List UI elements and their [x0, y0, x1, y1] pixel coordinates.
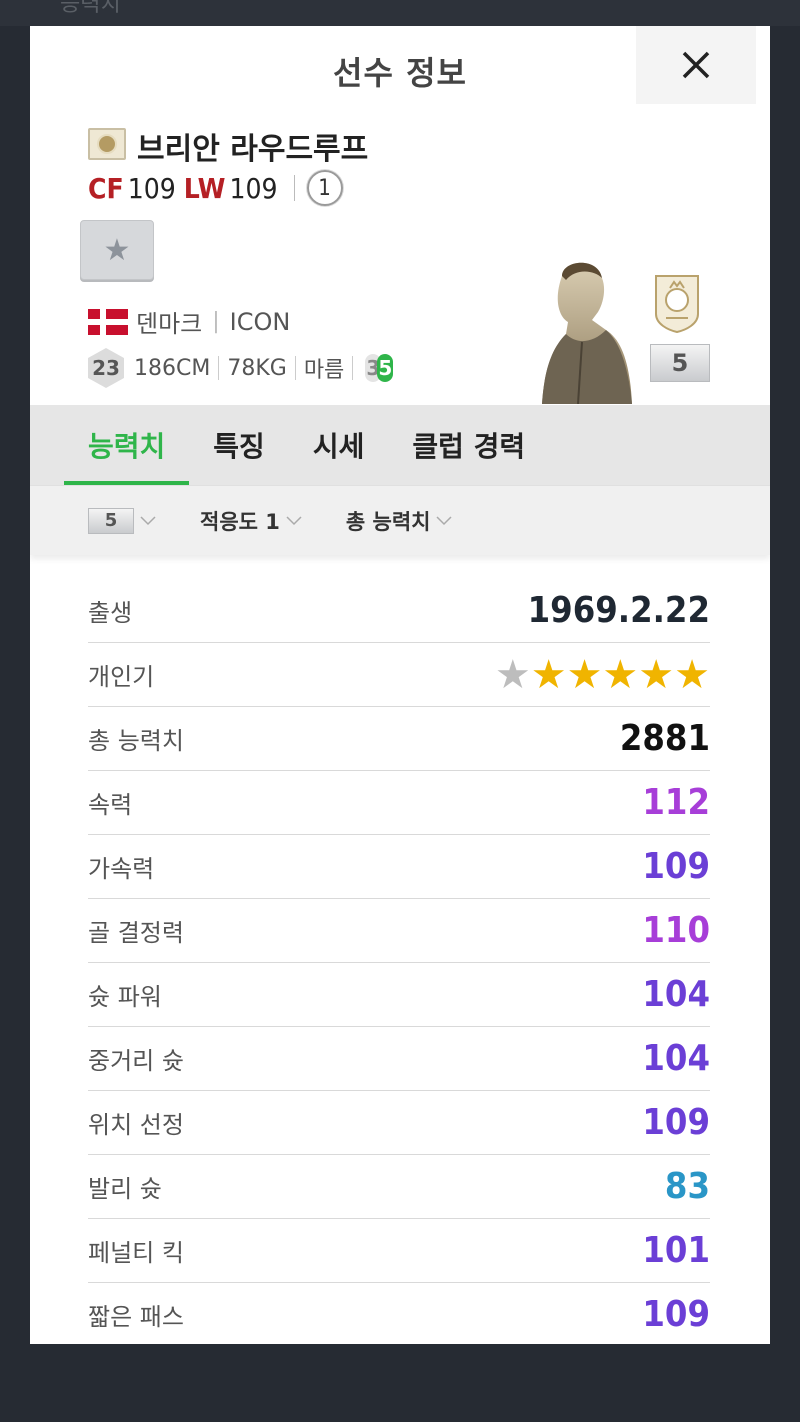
tab-club-history[interactable]: 클럽 경력	[412, 405, 525, 485]
stat-row: 슛 파워 104	[88, 963, 710, 1027]
separator: |	[212, 309, 220, 334]
stat-row: 짧은 패스 109	[88, 1283, 710, 1344]
stat-row: 출생 1969.2.22	[88, 579, 710, 643]
stat-row: 가속력 109	[88, 835, 710, 899]
stat-value: 109	[642, 1102, 710, 1143]
skill-moves-rating: ★ ★ ★ ★ ★ ★	[495, 655, 710, 695]
chevron-down-icon	[140, 515, 156, 525]
stat-row: 중거리 슛 104	[88, 1027, 710, 1091]
level-value: 5	[88, 507, 134, 534]
foot-rating: 3 5	[365, 354, 394, 382]
tab-stats[interactable]: 능력치	[63, 405, 190, 485]
upgrade-level-badge: 5	[650, 344, 710, 382]
grade-badge: 1	[306, 170, 343, 206]
stat-row: 속력 112	[88, 771, 710, 835]
background-strip: 능력치	[0, 0, 800, 26]
stat-value: 2881	[619, 718, 710, 759]
stat-value: 1969.2.22	[527, 590, 710, 631]
player-info-modal: 선수 정보 브리안 라우드루프 CF 109 LW 109 1 ★ 덴마크 | …	[30, 26, 770, 1344]
stat-label: 중거리 슛	[88, 1047, 184, 1075]
height: 186CM	[134, 355, 211, 381]
tab-bar: 능력치 특징 시세 클럽 경력	[30, 405, 770, 485]
level-dropdown[interactable]: 5	[88, 507, 156, 534]
stat-value: 104	[642, 974, 710, 1015]
star-icon: ★	[602, 651, 639, 698]
adaptation-value: 적응도 1	[200, 509, 280, 534]
favorite-button[interactable]: ★	[80, 220, 154, 280]
body-type: 마름	[303, 358, 345, 383]
stat-value: 110	[642, 910, 710, 951]
stat-label: 개인기	[88, 663, 155, 691]
stat-row: 골 결정력 110	[88, 899, 710, 963]
tab-price[interactable]: 시세	[313, 405, 365, 485]
stat-label: 슛 파워	[88, 983, 162, 1011]
background-title: 능력치	[60, 0, 121, 17]
position-label: LW	[183, 171, 226, 205]
position-ovr: 109	[229, 171, 278, 205]
icon-emblem	[655, 275, 699, 334]
star-icon: ★	[638, 651, 675, 698]
star-icon: ★	[674, 651, 710, 698]
stat-label: 위치 선정	[88, 1111, 184, 1139]
stat-label: 페널티 킥	[88, 1239, 184, 1267]
stat-row: 발리 슛 83	[88, 1155, 710, 1219]
stat-value: 83	[664, 1166, 710, 1207]
stat-value: 109	[642, 846, 710, 887]
stat-row: 개인기 ★ ★ ★ ★ ★ ★	[88, 643, 710, 707]
stat-label: 발리 슛	[88, 1175, 162, 1203]
stat-row: 위치 선정 109	[88, 1091, 710, 1155]
stat-value: 104	[642, 1038, 710, 1079]
chevron-down-icon	[286, 515, 302, 525]
player-photo	[542, 262, 632, 404]
star-icon: ★	[494, 651, 531, 698]
close-icon	[682, 51, 710, 79]
stat-row: 페널티 킥 101	[88, 1219, 710, 1283]
star-icon: ★	[103, 232, 131, 268]
stat-label: 골 결정력	[88, 919, 184, 947]
separator	[218, 356, 220, 380]
chevron-down-icon	[436, 515, 453, 525]
close-button[interactable]	[636, 26, 756, 104]
position-ovr: 109	[127, 171, 176, 205]
weight: 78KG	[227, 355, 287, 381]
star-icon: ★	[566, 651, 603, 698]
stat-label: 총 능력치	[88, 727, 184, 755]
strong-foot: 5	[377, 354, 394, 382]
card-type: ICON	[229, 307, 291, 336]
stat-value: 101	[642, 1230, 710, 1271]
sort-dropdown[interactable]: 총 능력치	[346, 506, 453, 536]
player-summary: 브리안 라우드루프 CF 109 LW 109 1 ★ 덴마크 | ICON 2…	[30, 112, 770, 405]
separator	[294, 356, 296, 380]
stat-label: 짧은 패스	[88, 1303, 184, 1331]
stat-label: 출생	[88, 599, 133, 627]
divider	[293, 175, 295, 201]
stat-value: 112	[642, 782, 710, 823]
modal-header: 선수 정보	[30, 26, 770, 112]
star-icon: ★	[530, 651, 567, 698]
position-label: CF	[88, 171, 124, 205]
age-badge: 23	[88, 348, 124, 388]
stat-label: 속력	[88, 791, 133, 819]
season-icon	[88, 128, 126, 160]
sort-value: 총 능력치	[345, 509, 431, 534]
tab-traits[interactable]: 특징	[213, 405, 265, 485]
adaptation-dropdown[interactable]: 적응도 1	[200, 506, 302, 536]
stat-label: 가속력	[88, 855, 155, 883]
denmark-flag-icon	[88, 308, 128, 335]
separator	[352, 356, 354, 380]
nation-row: 덴마크 | ICON	[88, 304, 290, 339]
stat-value: 109	[642, 1294, 710, 1335]
position-row: CF 109 LW 109 1	[88, 170, 343, 206]
physical-attributes: 23 186CM 78KG 마름 3 5	[88, 348, 394, 388]
player-name: 브리안 라우드루프	[137, 132, 369, 167]
filter-bar: 5 적응도 1 총 능력치	[30, 485, 770, 555]
nation-name: 덴마크	[136, 310, 203, 338]
stat-row: 총 능력치 2881	[88, 707, 710, 771]
stats-list: 출생 1969.2.22 개인기 ★ ★ ★ ★ ★ ★ 총 능력치 2881 속력 112 가속력 109…	[30, 555, 770, 1344]
